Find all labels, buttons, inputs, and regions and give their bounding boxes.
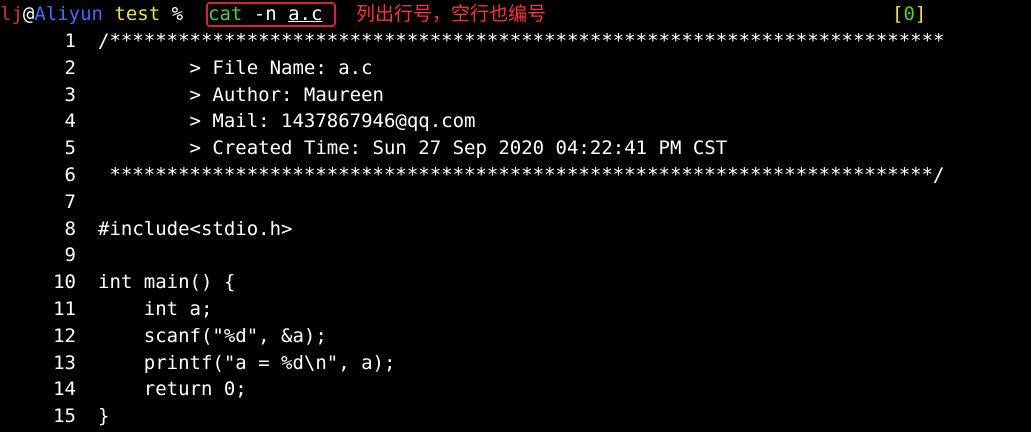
job-bracket-close: ] bbox=[914, 3, 927, 25]
line-number: 15 bbox=[53, 405, 76, 427]
code-line: int main() { bbox=[98, 271, 236, 293]
prompt-symbol: % bbox=[160, 3, 184, 25]
line-number: 8 bbox=[64, 218, 76, 240]
line-number: 2 bbox=[64, 57, 76, 79]
annotation-text: 列出行号，空行也编号 bbox=[356, 3, 547, 25]
job-indicator: [0] bbox=[892, 1, 926, 28]
code-line: } bbox=[98, 405, 110, 427]
line-number: 5 bbox=[64, 137, 76, 159]
prompt-directory: test bbox=[102, 3, 161, 25]
code-line: ****************************************… bbox=[98, 164, 945, 186]
command-argument: a.c bbox=[288, 3, 323, 25]
code-line: #include<stdio.h> bbox=[98, 218, 293, 240]
code-line: > Created Time: Sun 27 Sep 2020 04:22:41… bbox=[98, 137, 728, 159]
line-number: 10 bbox=[53, 271, 76, 293]
line-number: 6 bbox=[64, 164, 76, 186]
line-number: 3 bbox=[64, 84, 76, 106]
line-number: 14 bbox=[53, 378, 76, 400]
code-line: > Author: Maureen bbox=[98, 84, 384, 106]
line-number: 1 bbox=[64, 30, 76, 52]
line-number: 11 bbox=[53, 298, 76, 320]
command-name: cat bbox=[208, 3, 243, 25]
line-number: 9 bbox=[64, 244, 76, 266]
prompt-user: lj bbox=[0, 3, 23, 25]
code-line: > File Name: a.c bbox=[98, 57, 373, 79]
terminal-window[interactable]: lj@Aliyun test % cat -n a.c 列出行号，空行也编号 [… bbox=[0, 0, 1031, 432]
line-number: 12 bbox=[53, 325, 76, 347]
code-line: > Mail: 1437867946@qq.com bbox=[98, 110, 476, 132]
job-bracket-open: [ bbox=[892, 3, 904, 25]
command-input[interactable]: cat -n a.c bbox=[208, 1, 322, 28]
code-line: int a; bbox=[98, 298, 213, 320]
code-line: /***************************************… bbox=[98, 30, 945, 52]
line-number: 13 bbox=[53, 352, 76, 374]
shell-prompt: lj@Aliyun test % bbox=[0, 1, 183, 28]
prompt-host: Aliyun bbox=[34, 3, 103, 25]
code-line: return 0; bbox=[98, 378, 247, 400]
code-line: scanf("%d", &a); bbox=[98, 325, 327, 347]
line-number: 7 bbox=[64, 191, 76, 213]
job-number: 0 bbox=[903, 3, 915, 25]
line-number: 4 bbox=[64, 110, 76, 132]
command-flag: -n bbox=[242, 3, 289, 25]
prompt-at: @ bbox=[22, 3, 35, 25]
code-line: printf("a = %d\n", a); bbox=[98, 352, 396, 374]
